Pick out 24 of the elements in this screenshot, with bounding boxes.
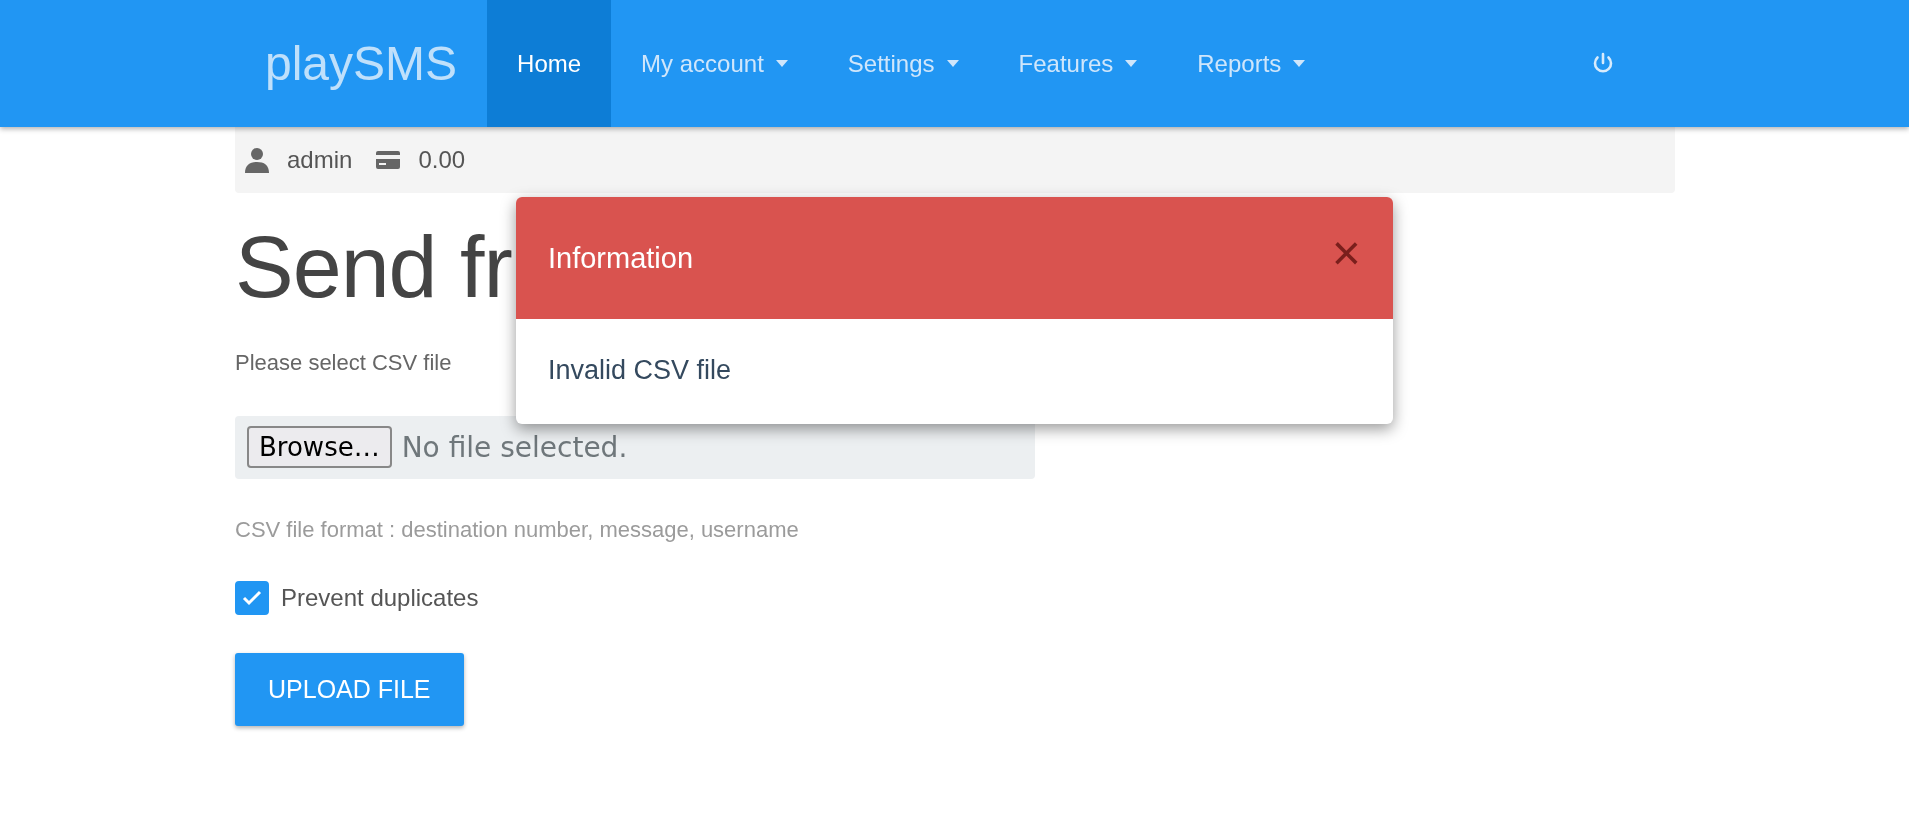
user-icon [245,147,269,173]
credit-amount: 0.00 [418,146,466,174]
nav-item[interactable]: Home [487,0,612,127]
file-status: No file selected. [401,430,628,464]
brand-link[interactable]: playSMS [235,0,488,127]
checkbox-label: Prevent duplicates [281,583,479,612]
check-icon [242,589,262,606]
power-icon[interactable] [1591,51,1615,76]
file-label: Please select CSV file [235,349,452,376]
nav-item[interactable]: Settings [817,0,989,127]
credit-card-icon [376,151,401,169]
modal-title: Information [548,241,694,275]
browse-button[interactable]: Browse… [247,426,392,469]
nav-item[interactable]: Reports [1167,0,1336,127]
nav-item[interactable]: Features [988,0,1168,127]
modal-message: Invalid CSV file [548,355,732,385]
page-heading: Send fr [235,219,512,316]
file-input[interactable]: Browse… No file selected. [235,415,1035,479]
format-hint: CSV file format : destination number, message, username [235,516,799,543]
close-button[interactable]: × [1331,228,1361,278]
upload-button[interactable]: UPLOAD FILE [235,652,464,726]
checkbox[interactable] [235,580,269,615]
nav-item[interactable]: My account [611,0,818,127]
username: admin [287,146,353,174]
